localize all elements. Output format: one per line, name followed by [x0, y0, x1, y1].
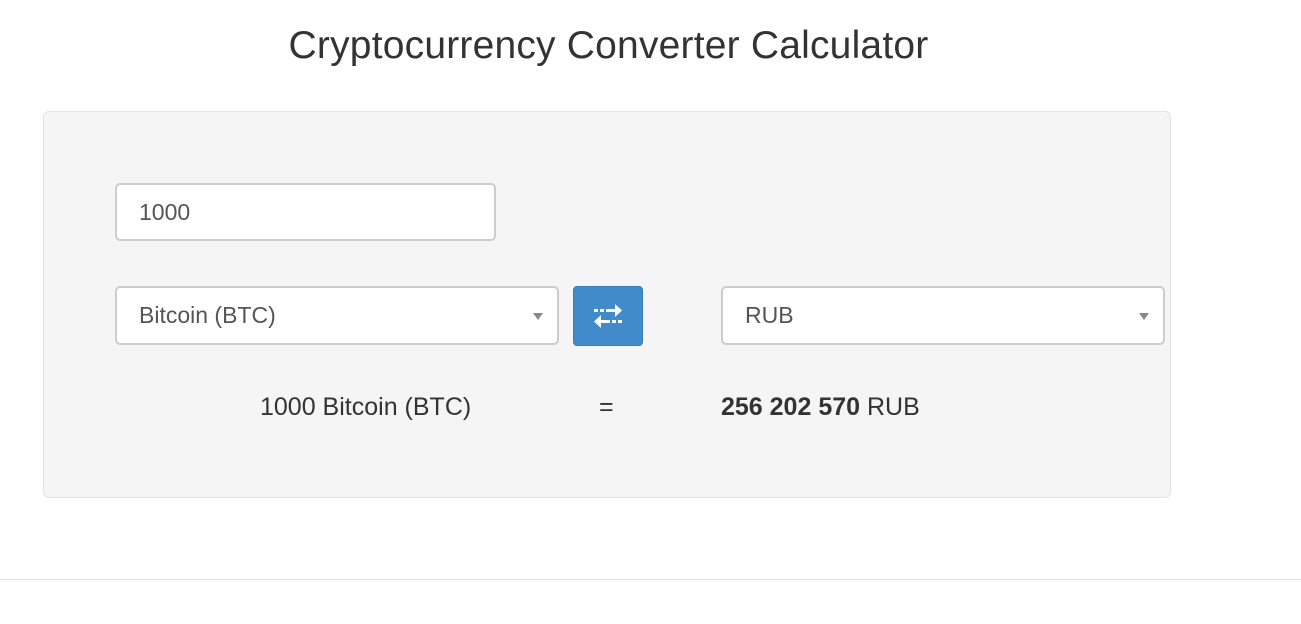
- swap-arrows-icon: [594, 304, 622, 328]
- page-title: Cryptocurrency Converter Calculator: [288, 24, 929, 67]
- to-currency-select[interactable]: RUB: [721, 286, 1165, 345]
- chevron-down-icon: [1139, 312, 1149, 320]
- result-currency: RUB: [866, 393, 920, 421]
- result-converted-amount: 256 202 570 RUB: [721, 393, 920, 422]
- result-value: 256 202 570: [721, 393, 861, 421]
- equals-sign: =: [599, 393, 614, 421]
- footer-divider: [0, 579, 1301, 580]
- swap-currencies-button[interactable]: [573, 286, 643, 346]
- to-currency-value: RUB: [745, 302, 794, 328]
- result-source-amount: 1000 Bitcoin (BTC): [260, 393, 472, 421]
- chevron-down-icon: [533, 312, 543, 320]
- converter-panel: Bitcoin (BTC) RUB 1000 Bitcoin (BTC) =: [43, 111, 1171, 498]
- amount-input[interactable]: [115, 183, 496, 241]
- from-currency-select[interactable]: Bitcoin (BTC): [115, 286, 559, 345]
- page: Cryptocurrency Converter Calculator Bitc…: [0, 0, 1301, 624]
- from-currency-value: Bitcoin (BTC): [139, 302, 276, 328]
